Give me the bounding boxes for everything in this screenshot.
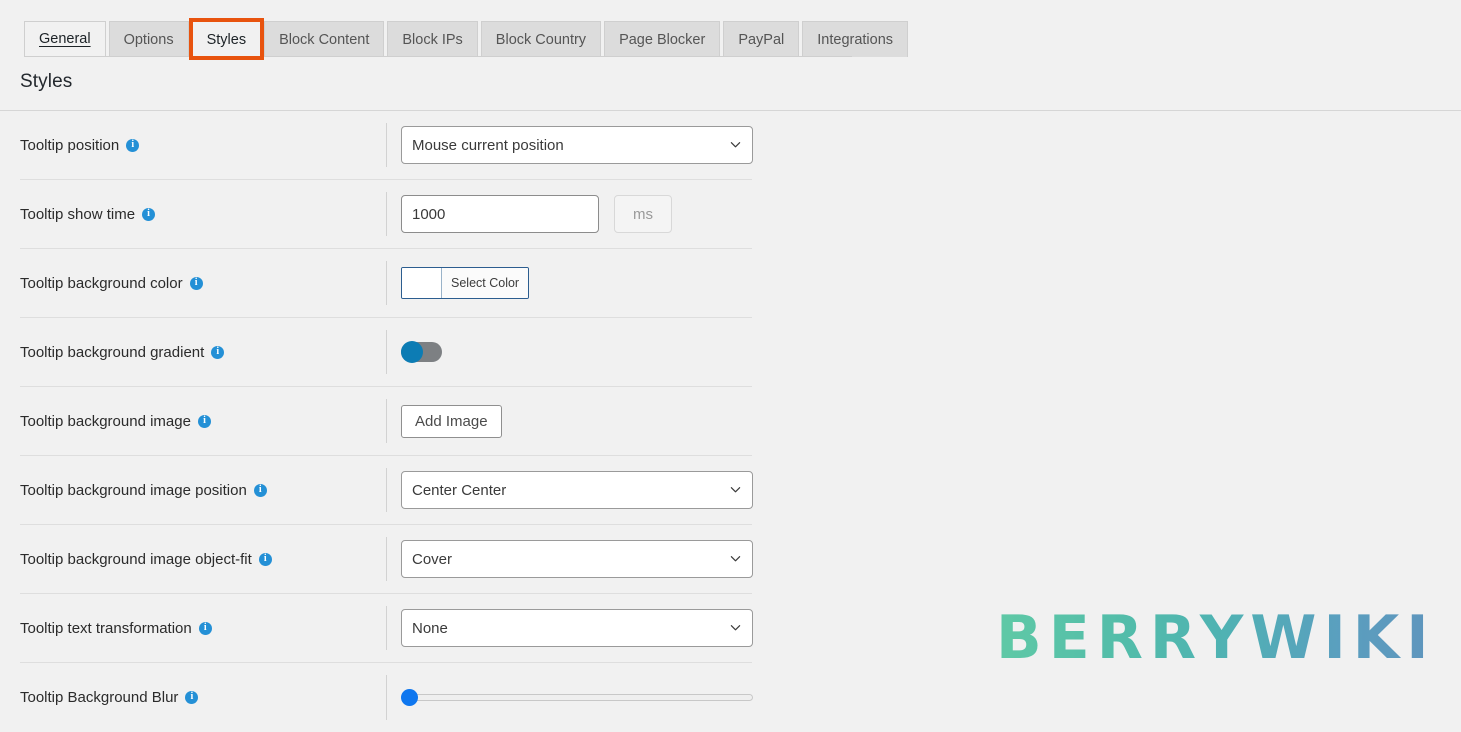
setting-control-tooltip-background-image-position: Center Center [386, 456, 753, 524]
tab-styles-label: Styles [206, 31, 247, 48]
tab-options[interactable]: Options [108, 21, 189, 57]
info-icon[interactable] [211, 345, 225, 359]
tab-options-label: Options [123, 31, 174, 48]
setting-row-tooltip-background-blur: Tooltip Background Blur [20, 663, 753, 732]
label-text: Tooltip background image object-fit [20, 550, 252, 568]
tab-general-label: General [39, 31, 91, 47]
setting-control-tooltip-background-image-object-fit: Cover [386, 525, 753, 593]
info-icon[interactable] [258, 552, 272, 566]
label-text: Tooltip show time [20, 205, 136, 223]
setting-row-tooltip-position: Tooltip position Mouse current position [20, 111, 753, 180]
tab-page-blocker-label: Page Blocker [619, 31, 706, 48]
tab-block-country-label: Block Country [495, 31, 587, 48]
info-icon[interactable] [197, 414, 211, 428]
setting-control-tooltip-background-gradient [386, 318, 752, 386]
tooltip-position-select[interactable]: Mouse current position [401, 126, 753, 164]
setting-label-tooltip-show-time: Tooltip show time [20, 206, 386, 223]
label-text: Tooltip background image position [20, 481, 247, 499]
tab-block-content[interactable]: Block Content [264, 21, 385, 57]
select-color-button-label: Select Color [442, 268, 529, 298]
label-text: Tooltip background image [20, 412, 191, 430]
tab-block-ips-label: Block IPs [402, 31, 463, 48]
tab-integrations-label: Integrations [817, 31, 894, 48]
tab-paypal-label: PayPal [738, 31, 785, 48]
tab-block-content-label: Block Content [279, 31, 370, 48]
tooltip-background-image-position-select[interactable]: Center Center [401, 471, 753, 509]
slider-thumb[interactable] [401, 688, 418, 706]
tooltip-background-gradient-toggle[interactable] [401, 341, 442, 363]
info-icon[interactable] [142, 207, 156, 221]
tooltip-show-time-unit: ms [614, 195, 672, 233]
tab-list: General Options Styles Block Content Blo… [24, 18, 911, 60]
setting-control-tooltip-text-transformation: None [386, 594, 753, 662]
toggle-knob [401, 341, 423, 363]
tab-page-blocker[interactable]: Page Blocker [604, 21, 721, 57]
setting-label-tooltip-background-color: Tooltip background color [20, 275, 386, 292]
setting-label-tooltip-background-gradient: Tooltip background gradient [20, 344, 386, 361]
tooltip-text-transformation-value: None [412, 619, 448, 637]
tab-bar-underline [24, 56, 852, 57]
setting-label-tooltip-background-image: Tooltip background image [20, 413, 386, 430]
setting-label-tooltip-background-image-position: Tooltip background image position [20, 482, 386, 499]
label-text: Tooltip background gradient [20, 343, 205, 361]
label-text: Tooltip Background Blur [20, 689, 179, 706]
slider-track [401, 693, 753, 701]
chevron-down-icon [730, 484, 741, 495]
setting-label-tooltip-background-blur: Tooltip Background Blur [20, 689, 386, 706]
info-icon[interactable] [126, 138, 140, 152]
tooltip-background-blur-slider[interactable] [401, 688, 753, 708]
setting-control-tooltip-background-blur [386, 663, 753, 732]
tooltip-text-transformation-select[interactable]: None [401, 609, 753, 647]
chevron-down-icon [730, 622, 741, 633]
setting-row-tooltip-background-image-object-fit: Tooltip background image object-fit Cove… [20, 525, 753, 594]
info-icon[interactable] [253, 483, 267, 497]
tab-paypal[interactable]: PayPal [723, 21, 800, 57]
tab-integrations[interactable]: Integrations [802, 21, 909, 57]
tab-block-ips[interactable]: Block IPs [387, 21, 478, 57]
chevron-down-icon [730, 553, 741, 564]
setting-row-tooltip-background-image-position: Tooltip background image position Center… [20, 456, 753, 525]
setting-control-tooltip-show-time: ms [386, 180, 752, 248]
tooltip-background-image-object-fit-select[interactable]: Cover [401, 540, 753, 578]
label-text: Tooltip background color [20, 274, 183, 292]
info-icon[interactable] [198, 621, 212, 635]
setting-control-tooltip-background-color: Select Color [386, 249, 752, 317]
tooltip-background-image-object-fit-value: Cover [412, 550, 453, 568]
info-icon[interactable] [185, 690, 199, 704]
berrywiki-watermark-logo: BERRYWIKI [996, 603, 1436, 673]
setting-row-tooltip-show-time: Tooltip show time ms [20, 180, 752, 249]
page-title: Styles [20, 71, 73, 92]
chevron-down-icon [730, 139, 741, 150]
tab-styles[interactable]: Styles [188, 18, 265, 60]
tooltip-background-color-picker[interactable]: Select Color [401, 267, 530, 299]
setting-label-tooltip-position: Tooltip position [20, 137, 386, 154]
setting-control-tooltip-background-image: Add Image [386, 387, 752, 455]
add-image-button[interactable]: Add Image [401, 404, 502, 438]
color-swatch[interactable] [402, 268, 442, 298]
tooltip-position-value: Mouse current position [412, 136, 564, 154]
setting-row-tooltip-background-color: Tooltip background color Select Color [20, 249, 752, 318]
styles-settings-form: Tooltip position Mouse current position … [0, 111, 772, 732]
setting-label-tooltip-background-image-object-fit: Tooltip background image object-fit [20, 551, 386, 568]
tab-bar: General Options Styles Block Content Blo… [0, 0, 1461, 60]
setting-row-tooltip-background-gradient: Tooltip background gradient [20, 318, 752, 387]
tab-general[interactable]: General [24, 21, 106, 57]
setting-control-tooltip-position: Mouse current position [386, 111, 753, 179]
tab-block-country[interactable]: Block Country [480, 21, 602, 57]
setting-row-tooltip-background-image: Tooltip background image Add Image [20, 387, 752, 456]
tooltip-show-time-input[interactable] [401, 195, 599, 233]
info-icon[interactable] [189, 276, 203, 290]
setting-label-tooltip-text-transformation: Tooltip text transformation [20, 620, 386, 637]
label-text: Tooltip text transformation [20, 619, 192, 637]
setting-row-tooltip-text-transformation: Tooltip text transformation None [20, 594, 753, 663]
tooltip-background-image-position-value: Center Center [412, 481, 507, 499]
label-text: Tooltip position [20, 136, 120, 154]
